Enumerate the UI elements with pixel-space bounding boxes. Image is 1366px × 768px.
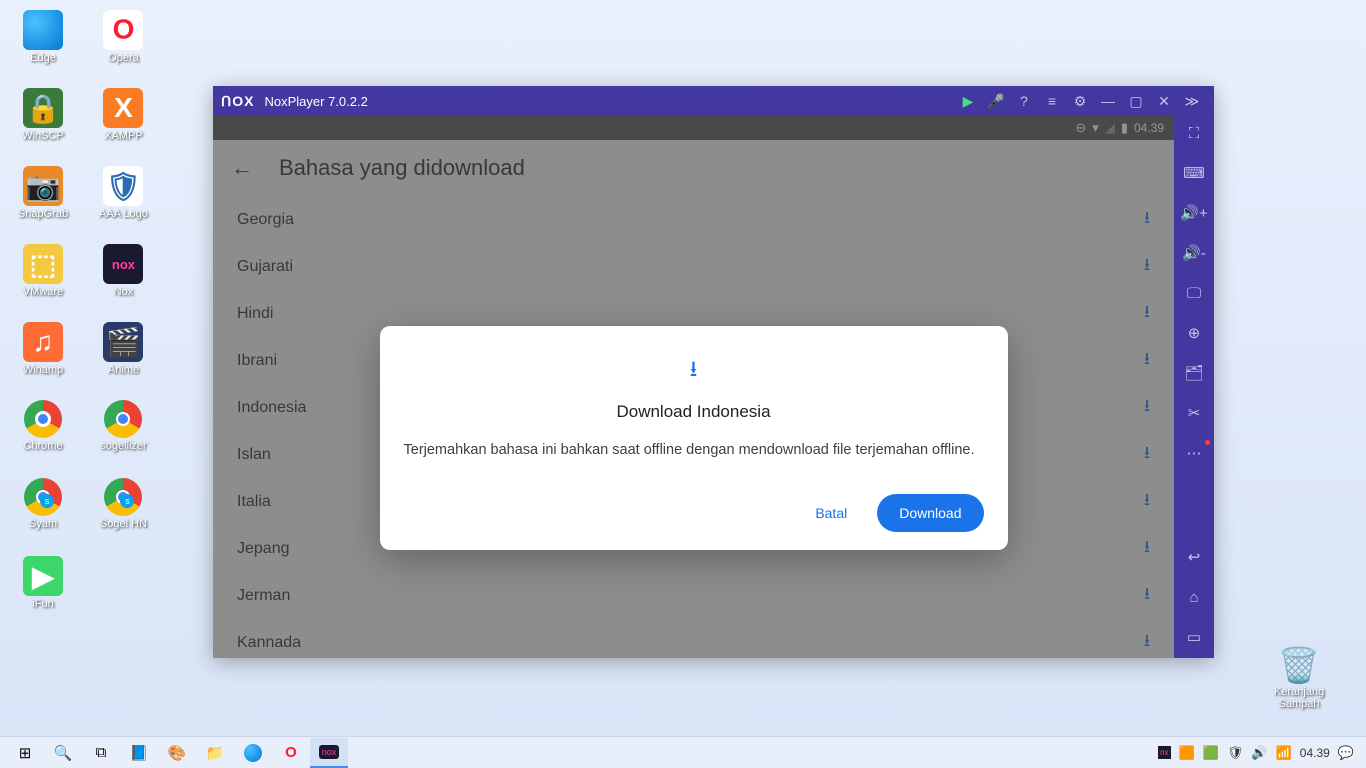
desktop-icon-edge[interactable]: Edge (5, 5, 81, 83)
tray-security-icon[interactable]: 🛡 (1227, 745, 1244, 761)
taskbar-edge[interactable] (234, 738, 272, 768)
recycle-bin[interactable]: 🗑️ Keranjang Sampah (1260, 646, 1338, 710)
close-icon[interactable]: ✕ (1150, 87, 1178, 115)
more-icon[interactable]: ⋯ (1180, 442, 1208, 464)
volume-up-icon[interactable]: 🔊+ (1180, 202, 1208, 224)
desktop-label: iFun (32, 598, 53, 610)
download-button[interactable]: Download (877, 494, 983, 532)
task-view-button[interactable]: ⧉ (82, 738, 120, 768)
minimize-icon[interactable]: — (1094, 87, 1122, 115)
nox-titlebar[interactable]: ᑎOX NoxPlayer 7.0.2.2 ▶ 🎤 ? ≡ ⚙ — ▢ ✕ ≫ (213, 86, 1214, 116)
taskbar-app[interactable]: 🎨 (158, 738, 196, 768)
tray-app-icon[interactable]: 🟩 (1203, 745, 1219, 761)
screenshot-icon[interactable]: 🖵 (1180, 282, 1208, 304)
desktop-icon-vmware[interactable]: ⬚VMware (5, 239, 81, 317)
taskbar-nox[interactable]: nox (310, 738, 348, 768)
nox-sidebar: ⛶ ⌨ 🔊+ 🔊- 🖵 ⊕ 🗂 ✂ ⋯ ↩ ⌂ ▭ (1174, 116, 1214, 658)
install-apk-icon[interactable]: ⊕ (1180, 322, 1208, 344)
desktop-label: SnapGrab (18, 208, 68, 220)
dialog-message: Terjemahkan bahasa ini bahkan saat offli… (404, 442, 984, 458)
desktop-label: Opera (108, 52, 139, 64)
desktop-label: Edge (30, 52, 56, 64)
play-store-icon[interactable]: ▶ (954, 87, 982, 115)
download-icon: ⭳ (404, 352, 984, 390)
menu-icon[interactable]: ≡ (1038, 87, 1066, 115)
search-button[interactable]: 🔍 (44, 738, 82, 768)
keyboard-icon[interactable]: ⌨ (1180, 162, 1208, 184)
settings-icon[interactable]: ⚙ (1066, 87, 1094, 115)
desktop-label: Winamp (23, 364, 63, 376)
desktop-icon-winamp[interactable]: ♫Winamp (5, 317, 81, 395)
download-dialog: ⭳ Download Indonesia Terjemahkan bahasa … (380, 326, 1008, 550)
desktop-icon-chrome[interactable]: Chrome (5, 395, 81, 473)
nox-content: ⊖ ▾ ◢ ▮ 04.39 ← Bahasa yang didownload G… (213, 116, 1174, 658)
desktop-icon-anime[interactable]: 🎬Anime (85, 317, 161, 395)
desktop-label: Syam (29, 518, 57, 530)
tray-app-icon[interactable]: 🟧 (1179, 745, 1195, 761)
dialog-title: Download Indonesia (404, 402, 984, 422)
fullscreen-icon[interactable]: ⛶ (1180, 122, 1208, 144)
recycle-bin-label: Keranjang Sampah (1260, 686, 1338, 710)
desktop-icon-opera[interactable]: Opera (85, 5, 161, 83)
system-tray: nx 🟧 🟩 🛡 🔊 📶 04.39 💬 (1158, 745, 1360, 761)
desktop: Edge 🔒WinSCP 📷SnapGrab ⬚VMware ♫Winamp C… (5, 5, 161, 629)
microphone-icon[interactable]: 🎤 (982, 87, 1010, 115)
desktop-label: XAMPP (104, 130, 143, 142)
tray-notifications-icon[interactable]: 💬 (1338, 745, 1354, 761)
desktop-label: VMware (23, 286, 63, 298)
desktop-label: Nox (114, 286, 134, 298)
volume-down-icon[interactable]: 🔊- (1180, 242, 1208, 264)
android-screen: ⊖ ▾ ◢ ▮ 04.39 ← Bahasa yang didownload G… (213, 116, 1174, 658)
tray-wifi-icon[interactable]: 📶 (1276, 745, 1292, 761)
file-manager-icon[interactable]: 🗂 (1180, 362, 1208, 384)
nox-window: ᑎOX NoxPlayer 7.0.2.2 ▶ 🎤 ? ≡ ⚙ — ▢ ✕ ≫ … (213, 86, 1214, 658)
desktop-icon-xampp[interactable]: XXAMPP (85, 83, 161, 161)
scissors-icon[interactable]: ✂ (1180, 402, 1208, 424)
dialog-actions: Batal Download (404, 494, 984, 532)
desktop-icon-snapgrab[interactable]: 📷SnapGrab (5, 161, 81, 239)
desktop-label: AAA Logo (99, 208, 148, 220)
home-icon[interactable]: ⌂ (1180, 586, 1208, 608)
desktop-icon-sogellizer[interactable]: sogellizer (85, 395, 161, 473)
taskbar-app[interactable]: 📘 (120, 738, 158, 768)
desktop-label: Sogel HN (100, 518, 147, 530)
recents-icon[interactable]: ▭ (1180, 626, 1208, 648)
desktop-label: Chrome (23, 440, 62, 452)
taskbar-opera[interactable]: O (272, 738, 310, 768)
start-button[interactable]: ⊞ (6, 738, 44, 768)
desktop-label: Anime (108, 364, 139, 376)
help-icon[interactable]: ? (1010, 87, 1038, 115)
back-icon[interactable]: ↩ (1180, 546, 1208, 568)
cancel-button[interactable]: Batal (797, 495, 865, 531)
tray-nox-icon[interactable]: nx (1158, 746, 1170, 759)
desktop-icon-ifun[interactable]: ▶iFun (5, 551, 81, 629)
desktop-icon-sogelhn[interactable]: sSogel HN (85, 473, 161, 551)
desktop-icon-nox[interactable]: noxNox (85, 239, 161, 317)
collapse-sidebar-icon[interactable]: ≫ (1178, 87, 1206, 115)
desktop-label: WinSCP (22, 130, 64, 142)
file-explorer-button[interactable]: 📁 (196, 738, 234, 768)
recycle-bin-icon: 🗑️ (1278, 646, 1320, 686)
nox-logo: ᑎOX (221, 93, 254, 110)
desktop-label: sogellizer (100, 440, 146, 452)
maximize-icon[interactable]: ▢ (1122, 87, 1150, 115)
taskbar[interactable]: ⊞ 🔍 ⧉ 📘 🎨 📁 O nox nx 🟧 🟩 🛡 🔊 📶 04.39 💬 (0, 736, 1366, 768)
desktop-icon-syam[interactable]: sSyam (5, 473, 81, 551)
tray-clock[interactable]: 04.39 (1300, 746, 1330, 760)
nox-title: NoxPlayer 7.0.2.2 (264, 94, 367, 109)
desktop-icon-winscp[interactable]: 🔒WinSCP (5, 83, 81, 161)
tray-volume-icon[interactable]: 🔊 (1251, 745, 1267, 761)
desktop-icon-aaalogo[interactable]: 🛡AAA Logo (85, 161, 161, 239)
